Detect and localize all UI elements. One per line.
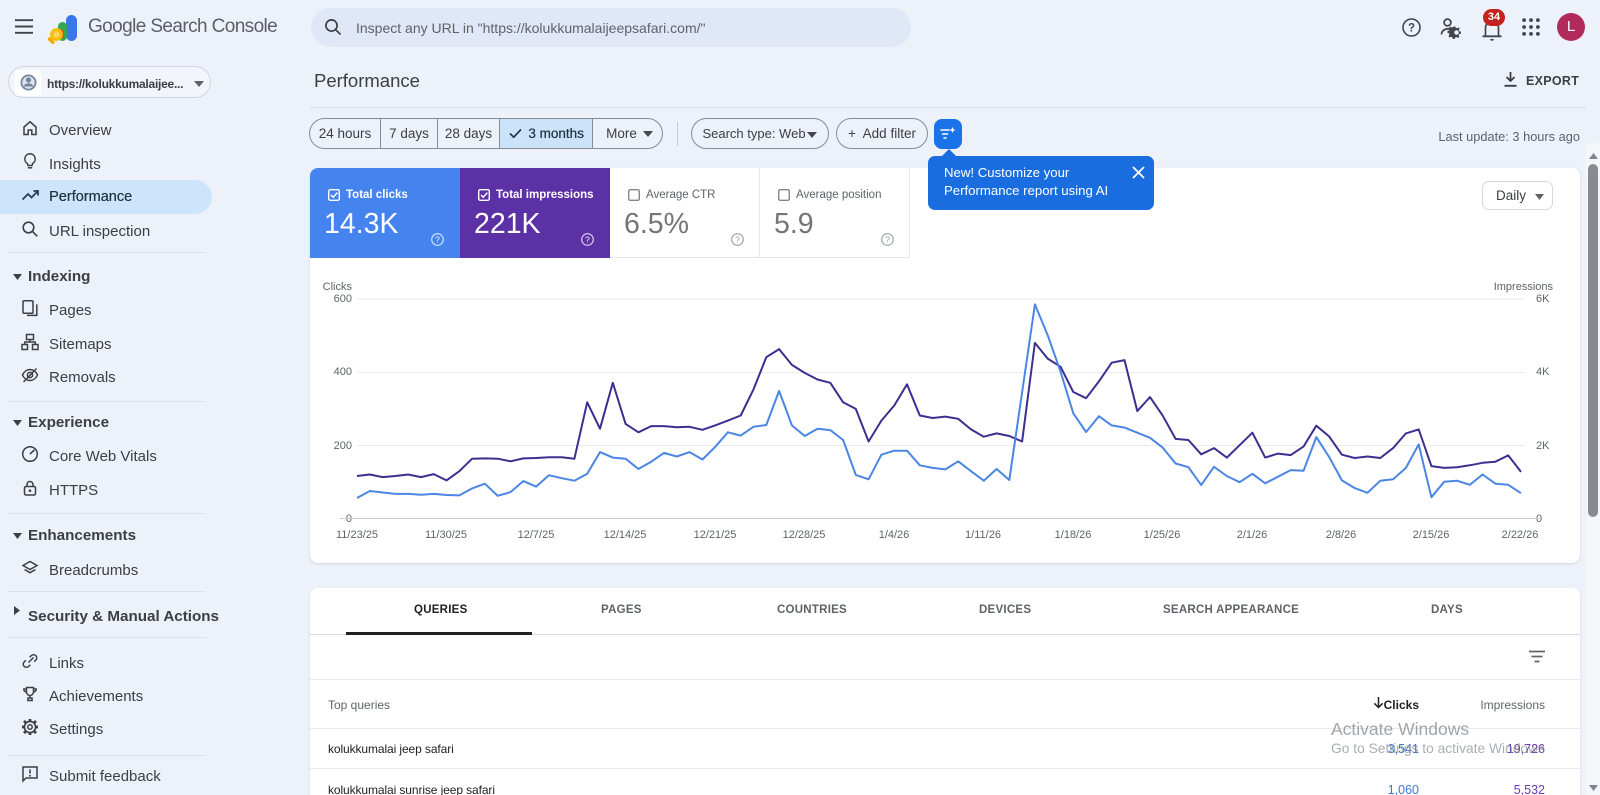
svg-text:?: ?	[435, 234, 440, 244]
svg-text:?: ?	[735, 234, 740, 244]
svg-text:?: ?	[585, 234, 590, 244]
svg-text:?: ?	[1408, 23, 1415, 35]
svg-text:?: ?	[885, 234, 890, 244]
